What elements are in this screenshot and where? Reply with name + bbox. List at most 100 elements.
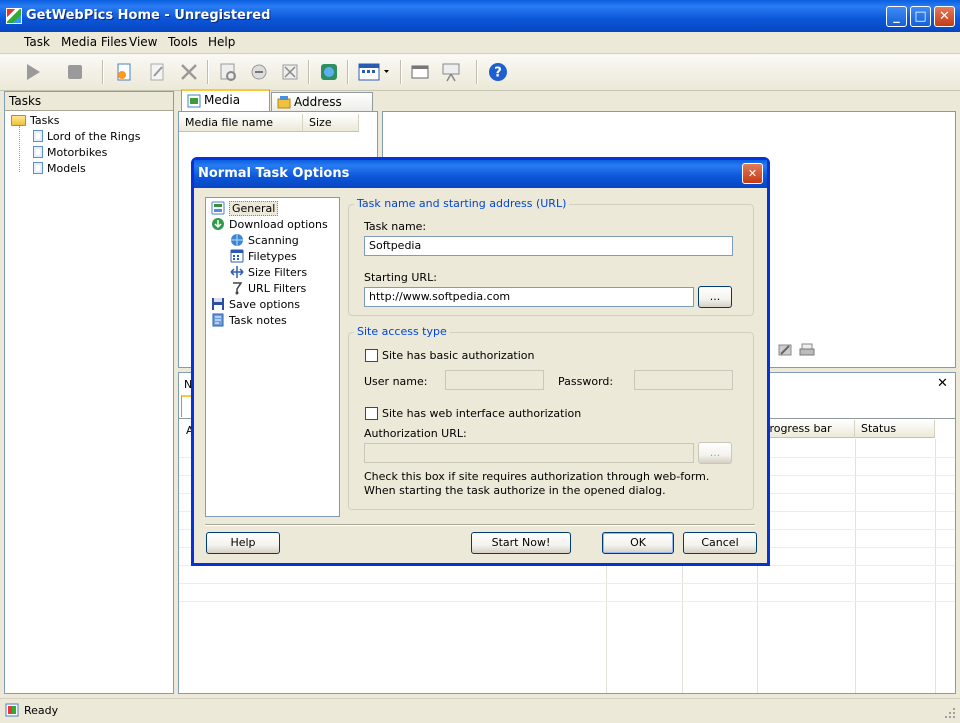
new-task-icon[interactable] (113, 61, 135, 83)
user-name-input[interactable] (445, 370, 544, 390)
status-bar: Ready (0, 698, 960, 723)
task-name-label: Task name: (364, 220, 427, 233)
tree-item-general[interactable]: General (211, 201, 279, 216)
grid-line (179, 601, 955, 602)
start-icon[interactable] (22, 61, 44, 83)
menu-tools[interactable]: Tools (168, 35, 198, 49)
grid-line (179, 583, 955, 584)
globe-download-icon (212, 218, 224, 230)
tree-label: Filetypes (248, 250, 297, 263)
dialog-separator (205, 524, 755, 526)
ok-button[interactable]: OK (602, 532, 674, 554)
column-media-file-name[interactable]: Media file name (179, 114, 303, 132)
presentation-icon[interactable] (440, 61, 462, 83)
browse-url-button[interactable]: ... (698, 286, 732, 308)
general-icon (211, 201, 225, 215)
basic-auth-label: Site has basic authorization (382, 349, 535, 362)
cancel-button[interactable]: Cancel (683, 532, 757, 554)
app-icon (6, 8, 22, 24)
auth-url-label: Authorization URL: (364, 427, 467, 440)
tree-item-models[interactable]: Models (33, 162, 86, 175)
window-title: GetWebPics Home - Unregistered (26, 8, 271, 23)
window-icon[interactable] (409, 61, 431, 83)
dialog-title: Normal Task Options (194, 160, 767, 188)
tree-label: Save options (229, 298, 301, 311)
column-size[interactable]: Size (303, 114, 359, 132)
tree-item-lord-of-the-rings[interactable]: Lord of the Rings (33, 130, 141, 143)
minimize-button[interactable]: _ (886, 6, 907, 27)
notes-icon (212, 313, 224, 327)
delete-icon[interactable] (178, 61, 200, 83)
status-text: Ready (24, 704, 59, 717)
tree-root-label: Tasks (30, 114, 60, 127)
save-disk-icon (212, 298, 224, 310)
menu-view[interactable]: View (129, 35, 157, 49)
edit-task-icon[interactable] (146, 61, 168, 83)
tree-item-save-options[interactable]: Save options (211, 297, 300, 311)
password-input[interactable] (634, 370, 733, 390)
web-auth-checkbox[interactable] (365, 407, 378, 420)
tasks-panel-header: Tasks (5, 92, 173, 111)
maximize-button[interactable]: □ (910, 6, 931, 27)
tree-label: Scanning (248, 234, 299, 247)
address-queue-icon (277, 96, 291, 109)
task-name-input[interactable]: Softpedia (364, 236, 733, 256)
menu-help[interactable]: Help (208, 35, 235, 49)
menu-bar: Task Media Files View Tools Help (0, 32, 960, 54)
toolbar-separator (347, 60, 349, 84)
help-button[interactable]: Help (206, 532, 280, 554)
tree-item-label: Motorbikes (47, 146, 108, 159)
start-now-button[interactable]: Start Now! (471, 532, 571, 554)
user-name-label: User name: (364, 375, 428, 388)
grid-line (935, 439, 936, 693)
browse-auth-url-button[interactable]: ... (698, 442, 732, 464)
stop-icon[interactable] (64, 61, 86, 83)
tree-item-motorbikes[interactable]: Motorbikes (33, 146, 107, 159)
tree-item-task-notes[interactable]: Task notes (211, 313, 287, 327)
auth-help-text: Check this box if site requires authoriz… (364, 470, 710, 497)
lower-pane-close-icon[interactable]: ✕ (937, 376, 948, 391)
view-mode-icon[interactable] (357, 61, 391, 83)
browser-icon[interactable] (318, 61, 340, 83)
starting-url-input[interactable]: http://www.softpedia.com (364, 287, 694, 307)
tab-address-queue[interactable]: Address Queue (271, 92, 373, 127)
tree-label: URL Filters (248, 282, 307, 295)
column-progress-bar[interactable]: Progress bar (757, 420, 855, 438)
starting-url-label: Starting URL: (364, 271, 437, 284)
help-icon[interactable]: ? (487, 61, 509, 83)
menu-media-files[interactable]: Media Files (61, 35, 127, 49)
filetypes-grid-icon (230, 249, 244, 263)
dialog-close-button[interactable]: ✕ (742, 163, 763, 184)
close-button[interactable]: ✕ (934, 6, 955, 27)
toolbar-separator (400, 60, 402, 84)
web-auth-label: Site has web interface authorization (382, 407, 582, 420)
scanning-globe-icon (231, 234, 243, 246)
svg-text:?: ? (494, 66, 502, 81)
tree-label: Download options (229, 218, 328, 231)
menu-task[interactable]: Task (24, 35, 50, 49)
auth-url-input[interactable] (364, 443, 694, 463)
tree-item-url-filters[interactable]: URL Filters (230, 281, 306, 295)
remove-media-icon[interactable] (279, 61, 301, 83)
task-document-icon (33, 162, 43, 174)
edit-image-icon[interactable] (777, 342, 793, 358)
column-status[interactable]: Status (855, 420, 935, 438)
basic-auth-checkbox[interactable] (365, 349, 378, 362)
title-bar: GetWebPics Home - Unregistered _ □ ✕ (0, 0, 960, 32)
tree-item-scanning[interactable]: Scanning (230, 233, 299, 247)
print-icon[interactable] (799, 342, 815, 358)
tree-item-download-options[interactable]: Download options (211, 217, 328, 231)
tree-item-label: Models (47, 162, 86, 175)
view-media-icon[interactable] (217, 61, 239, 83)
tree-label: Size Filters (248, 266, 308, 279)
folder-icon (11, 115, 26, 126)
tasks-panel: Tasks Tasks Lord of the Rings Motorbikes… (4, 91, 174, 694)
tree-label: Task notes (229, 314, 287, 327)
process-media-icon[interactable] (248, 61, 270, 83)
status-app-icon (5, 703, 19, 717)
tab-media-files[interactable]: Media Files (181, 89, 270, 125)
resize-grip-icon[interactable] (944, 707, 956, 719)
tree-item-size-filters[interactable]: Size Filters (230, 265, 307, 279)
group-title: Site access type (354, 325, 450, 338)
tree-item-filetypes[interactable]: Filetypes (230, 249, 297, 263)
